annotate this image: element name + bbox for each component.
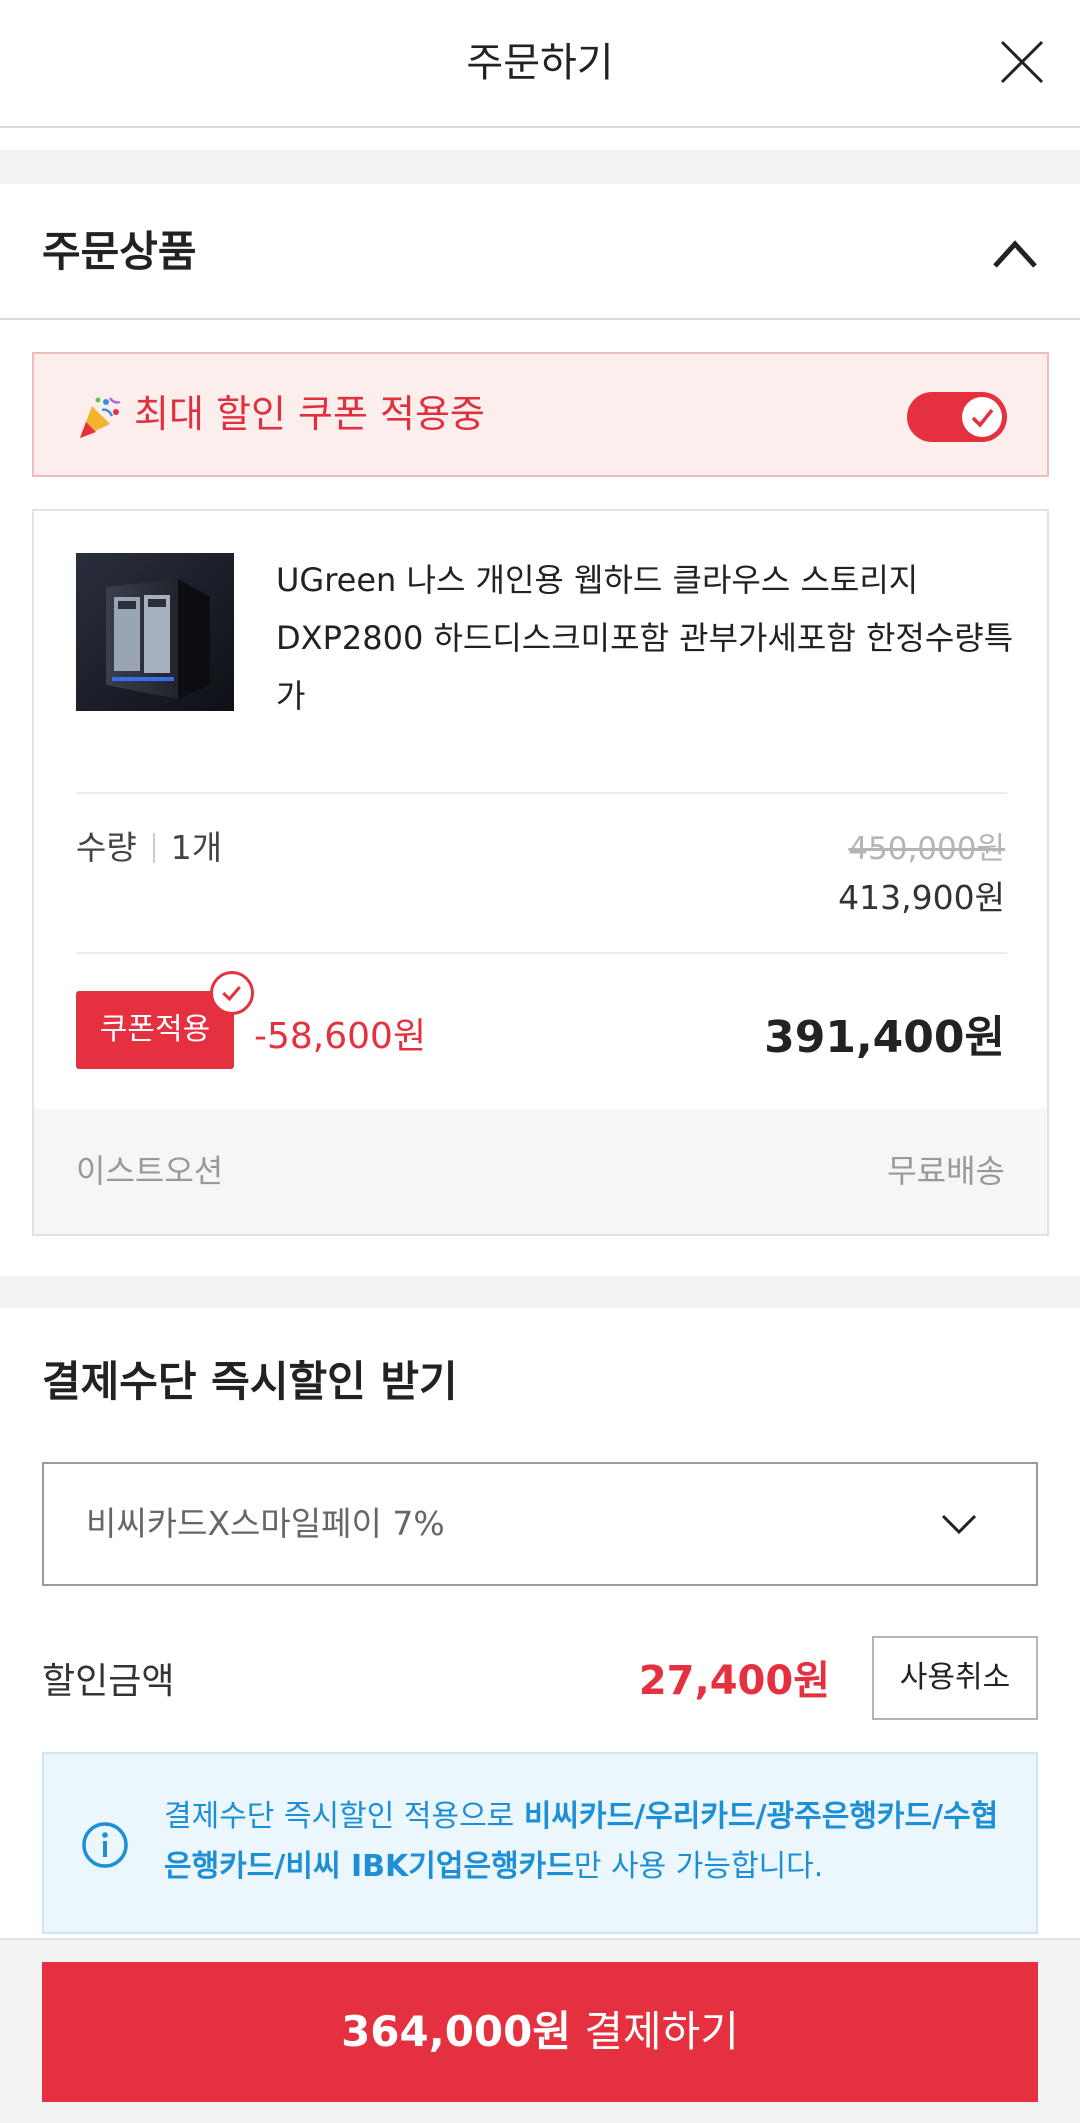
quantity-label: 수량	[76, 828, 137, 867]
seller-name[interactable]: 이스트오션	[76, 1109, 223, 1234]
info-prefix: 결제수단 즉시할인 적용으로	[164, 1799, 524, 1834]
order-items-header[interactable]: 주문상품	[0, 184, 1080, 320]
coupon-toggle[interactable]	[907, 392, 1007, 442]
quantity-separator	[152, 833, 155, 863]
divider	[76, 952, 1007, 954]
discount-amount: 27,400원	[638, 1658, 830, 1704]
app-header: 주문하기	[0, 0, 1080, 128]
section-title: 주문상품	[42, 227, 197, 276]
original-price: 450,000원	[848, 831, 1005, 867]
divider	[76, 792, 1007, 794]
info-notice: 결제수단 즉시할인 적용으로 비씨카드/우리카드/광주은행카드/수협은행카드/비…	[42, 1752, 1038, 1934]
checkout-button[interactable]: 364,000원 결제하기	[42, 1962, 1038, 2102]
checkout-bar: 364,000원 결제하기	[0, 1938, 1080, 2123]
quantity: 수량 1개	[76, 821, 222, 869]
payment-method-select[interactable]: 비씨카드X스마일페이 7%	[42, 1462, 1038, 1586]
shipping-info: 무료배송	[887, 1152, 1005, 1190]
sale-price: 413,900원	[838, 878, 1005, 917]
check-icon	[210, 971, 254, 1015]
checkout-label: 결제하기	[571, 2007, 739, 2056]
seller-bar: 이스트오션 무료배송	[34, 1109, 1047, 1234]
check-icon	[971, 408, 994, 428]
product-thumbnail[interactable]	[76, 553, 234, 711]
section-spacer	[0, 1276, 1080, 1308]
product-card: UGreen 나스 개인용 웹하드 클라우스 스토리지 DXP2800 하드디스…	[32, 509, 1049, 1236]
info-suffix: 만 사용 가능합니다.	[573, 1849, 824, 1884]
discount-label: 할인금액	[42, 1661, 175, 1702]
page-title: 주문하기	[466, 40, 614, 86]
party-icon	[80, 397, 121, 438]
toggle-knob	[962, 397, 1002, 437]
coupon-banner-text: 최대 할인 쿠폰 적용중	[134, 392, 485, 436]
quantity-value: 1개	[170, 828, 223, 867]
checkout-amount: 364,000원	[341, 2007, 571, 2056]
payment-discount-title: 결제수단 즉시할인 받기	[42, 1357, 458, 1406]
section-spacer	[0, 150, 1080, 184]
info-icon	[82, 1822, 128, 1868]
coupon-discount: -58,600원	[254, 1016, 427, 1057]
final-price: 391,400원	[764, 1012, 1005, 1063]
close-icon[interactable]	[998, 38, 1046, 86]
select-value: 비씨카드X스마일페이 7%	[86, 1504, 445, 1543]
info-text: 결제수단 즉시할인 적용으로 비씨카드/우리카드/광주은행카드/수협은행카드/비…	[164, 1792, 1014, 1892]
chevron-up-icon[interactable]	[990, 230, 1040, 274]
coupon-applied-banner: 최대 할인 쿠폰 적용중	[32, 352, 1049, 477]
product-name[interactable]: UGreen 나스 개인용 웹하드 클라우스 스토리지 DXP2800 하드디스…	[276, 551, 1016, 725]
coupon-applied-button[interactable]: 쿠폰적용	[76, 991, 234, 1069]
chevron-down-icon	[941, 1514, 977, 1535]
cancel-discount-button[interactable]: 사용취소	[872, 1636, 1038, 1720]
